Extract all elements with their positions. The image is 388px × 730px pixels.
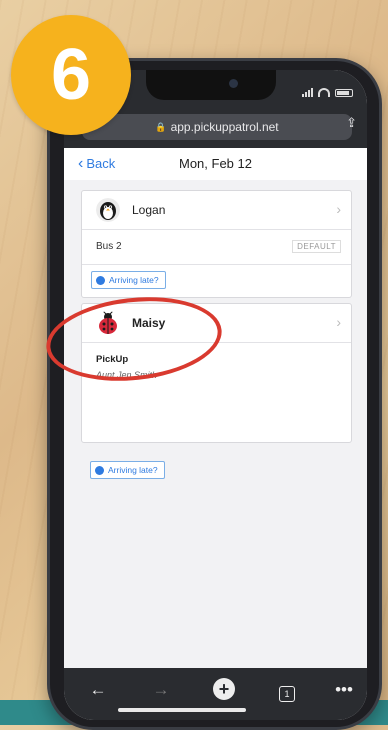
forward-arrow-icon[interactable]: →: [147, 680, 175, 700]
chevron-right-icon: ›: [336, 314, 341, 330]
student-row-logan[interactable]: Logan ›: [82, 191, 351, 230]
transport-label: Bus 2: [96, 241, 122, 252]
browser-toolbar: ← → + 1 •••: [64, 668, 367, 720]
chevron-right-icon: ›: [336, 201, 341, 217]
nav-bar: ‹ Back Mon, Feb 12: [64, 148, 367, 181]
transport-row: Bus 2 DEFAULT: [82, 230, 351, 265]
signal-icon: [302, 88, 313, 97]
share-icon[interactable]: ⇪: [346, 115, 357, 131]
student-name: Logan: [132, 203, 166, 217]
content-area: Logan › Bus 2 DEFAULT Arriving late? Mai…: [64, 180, 367, 660]
wifi-icon: [318, 88, 330, 97]
url-text: app.pickuppatrol.net: [170, 120, 279, 134]
camera-dot: [229, 79, 238, 88]
tabs-icon[interactable]: 1: [273, 682, 301, 702]
notch: [146, 70, 276, 100]
default-badge: DEFAULT: [292, 240, 341, 253]
phone-screen: 🔒 app.pickuppatrol.net ⇪ ‹ Back Mon, Feb…: [64, 70, 367, 720]
late-label: Arriving late?: [109, 275, 159, 285]
penguin-icon: [96, 198, 120, 222]
late-label: Arriving late?: [108, 465, 158, 475]
step-badge: 6: [11, 15, 131, 135]
url-bar[interactable]: 🔒 app.pickuppatrol.net: [82, 114, 352, 140]
home-indicator[interactable]: [118, 708, 246, 712]
page-title: Mon, Feb 12: [179, 156, 252, 171]
info-dot-icon: [95, 465, 104, 475]
info-dot-icon: [96, 275, 105, 285]
back-arrow-icon[interactable]: ←: [84, 680, 112, 700]
arriving-late-button[interactable]: Arriving late?: [90, 461, 165, 479]
arriving-late-button[interactable]: Arriving late?: [91, 271, 166, 289]
battery-icon: [335, 88, 353, 97]
student-card-logan: Logan › Bus 2 DEFAULT Arriving late?: [81, 190, 352, 298]
more-icon[interactable]: •••: [330, 680, 358, 700]
new-tab-plus-icon[interactable]: +: [210, 678, 238, 700]
status-icons: [302, 88, 353, 97]
lock-icon: 🔒: [155, 121, 167, 132]
